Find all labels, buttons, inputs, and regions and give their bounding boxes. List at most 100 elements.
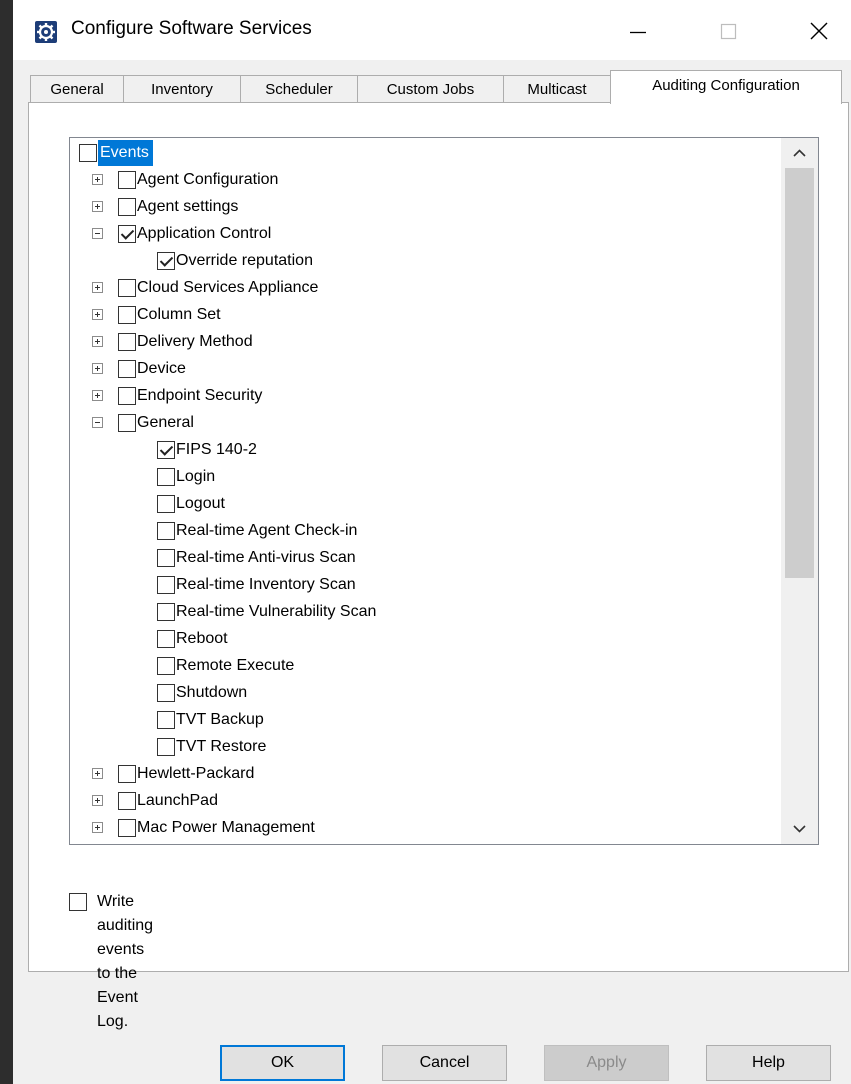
tree-item[interactable]: Column Set — [70, 302, 775, 328]
events-tree[interactable]: Events Agent Configuration Agent settings A… — [69, 137, 819, 845]
apply-button[interactable]: Apply — [544, 1045, 669, 1081]
event-log-checkbox[interactable] — [69, 893, 87, 911]
tree-item-label: Remote Execute — [176, 657, 295, 674]
tree-item[interactable]: Login — [70, 464, 775, 490]
tree-item[interactable]: Real-time Anti-virus Scan — [70, 545, 775, 571]
expand-plus-icon[interactable] — [92, 390, 103, 401]
cancel-button[interactable]: Cancel — [382, 1045, 507, 1081]
gear-icon — [35, 21, 57, 43]
tree-item[interactable]: Real-time Agent Check-in — [70, 518, 775, 544]
expand-plus-icon[interactable] — [92, 174, 103, 185]
tree-item-checkbox[interactable] — [157, 603, 175, 621]
dialog-window: Configure Software Services General Inve… — [13, 0, 851, 1084]
scroll-up-button[interactable] — [781, 138, 818, 168]
tree-item-checkbox[interactable] — [118, 765, 136, 783]
tree-item-checkbox[interactable] — [157, 495, 175, 513]
tree-item-checkbox[interactable] — [157, 468, 175, 486]
tree-item[interactable]: Endpoint Security — [70, 383, 775, 409]
tree-item-label: Shutdown — [176, 684, 248, 701]
tree-item[interactable]: FIPS 140-2 — [70, 437, 775, 463]
minimize-button[interactable] — [615, 12, 661, 52]
tree-item[interactable]: Logout — [70, 491, 775, 517]
tree-item-checkbox[interactable] — [157, 549, 175, 567]
tree-item-checkbox[interactable] — [157, 738, 175, 756]
tree-item-label: Events — [98, 140, 153, 166]
window-title: Configure Software Services — [71, 18, 312, 39]
tree-item-checkbox[interactable] — [118, 819, 136, 837]
tree-item-label: Delivery Method — [137, 333, 253, 350]
tree-item[interactable]: Hewlett-Packard — [70, 761, 775, 787]
tab-multicast[interactable]: Multicast — [503, 75, 611, 103]
tab-general[interactable]: General — [30, 75, 124, 103]
tree-item[interactable]: Agent Configuration — [70, 167, 775, 193]
expand-plus-icon[interactable] — [92, 336, 103, 347]
tree-item-checkbox[interactable] — [118, 360, 136, 378]
collapse-minus-icon[interactable] — [92, 417, 103, 428]
tree-item-checkbox[interactable] — [157, 684, 175, 702]
tree-item-checkbox[interactable] — [157, 576, 175, 594]
expand-plus-icon[interactable] — [92, 363, 103, 374]
tree-item[interactable]: Agent settings — [70, 194, 775, 220]
tree-item-checkbox[interactable] — [157, 441, 175, 459]
tree-item[interactable]: Mac Power Management — [70, 815, 775, 841]
tree-item-label: Application Control — [137, 225, 272, 242]
tree-item-checkbox[interactable] — [79, 144, 97, 162]
tree-item[interactable]: General — [70, 410, 775, 436]
tree-item-label: Device — [137, 360, 186, 377]
tab-custom-jobs[interactable]: Custom Jobs — [357, 75, 504, 103]
tree-item-checkbox[interactable] — [157, 630, 175, 648]
maximize-icon — [720, 23, 737, 40]
expand-plus-icon[interactable] — [92, 768, 103, 779]
tree-item-checkbox[interactable] — [157, 711, 175, 729]
tree-item[interactable]: TVT Backup — [70, 707, 775, 733]
tree-item-label: Cloud Services Appliance — [137, 279, 319, 296]
tree-item-checkbox[interactable] — [118, 225, 136, 243]
tree-item-checkbox[interactable] — [118, 387, 136, 405]
expand-plus-icon[interactable] — [92, 309, 103, 320]
tree-scrollbar[interactable] — [781, 138, 818, 844]
tree-item[interactable]: LaunchPad — [70, 788, 775, 814]
tree-item-checkbox[interactable] — [118, 306, 136, 324]
ok-button[interactable]: OK — [220, 1045, 345, 1081]
tree-item-checkbox[interactable] — [118, 792, 136, 810]
close-button[interactable] — [797, 12, 843, 52]
tree-item-checkbox[interactable] — [118, 414, 136, 432]
expand-plus-icon[interactable] — [92, 282, 103, 293]
event-log-label: Write auditing events to the Event Log. — [97, 893, 154, 1030]
tree-item[interactable]: Cloud Services Appliance — [70, 275, 775, 301]
tree-item-checkbox[interactable] — [118, 198, 136, 216]
tree-item-label: General — [137, 414, 194, 431]
help-button[interactable]: Help — [706, 1045, 831, 1081]
tree-item[interactable]: Events — [70, 140, 775, 166]
tree-item-label: Agent Configuration — [137, 171, 279, 188]
scroll-down-button[interactable] — [781, 814, 818, 844]
title-bar[interactable]: Configure Software Services — [13, 0, 851, 60]
expand-plus-icon[interactable] — [92, 822, 103, 833]
tree-item[interactable]: Application Control — [70, 221, 775, 247]
tab-inventory[interactable]: Inventory — [123, 75, 241, 103]
tree-item[interactable]: Device — [70, 356, 775, 382]
tree-item[interactable]: Shutdown — [70, 680, 775, 706]
tree-item-checkbox[interactable] — [118, 333, 136, 351]
tree-item-label: Real-time Vulnerability Scan — [176, 603, 377, 620]
tree-item-checkbox[interactable] — [157, 522, 175, 540]
tree-item[interactable]: Real-time Inventory Scan — [70, 572, 775, 598]
tree-item-checkbox[interactable] — [118, 279, 136, 297]
tree-item[interactable]: Remote Execute — [70, 653, 775, 679]
tree-item-checkbox[interactable] — [157, 657, 175, 675]
collapse-minus-icon[interactable] — [92, 228, 103, 239]
tree-item-checkbox[interactable] — [118, 171, 136, 189]
expand-plus-icon[interactable] — [92, 201, 103, 212]
maximize-button[interactable] — [705, 12, 751, 52]
scroll-thumb[interactable] — [785, 168, 814, 578]
expand-plus-icon[interactable] — [92, 795, 103, 806]
tab-auditing-configuration[interactable]: Auditing Configuration — [610, 70, 842, 104]
tree-item[interactable]: Reboot — [70, 626, 775, 652]
tab-scheduler[interactable]: Scheduler — [240, 75, 358, 103]
tree-item[interactable]: Override reputation — [70, 248, 775, 274]
tree-item-checkbox[interactable] — [157, 252, 175, 270]
tree-item[interactable]: TVT Restore — [70, 734, 775, 760]
tree-item[interactable]: Real-time Vulnerability Scan — [70, 599, 775, 625]
tree-item[interactable]: Delivery Method — [70, 329, 775, 355]
tree-item-label: Mac Power Management — [137, 819, 315, 836]
